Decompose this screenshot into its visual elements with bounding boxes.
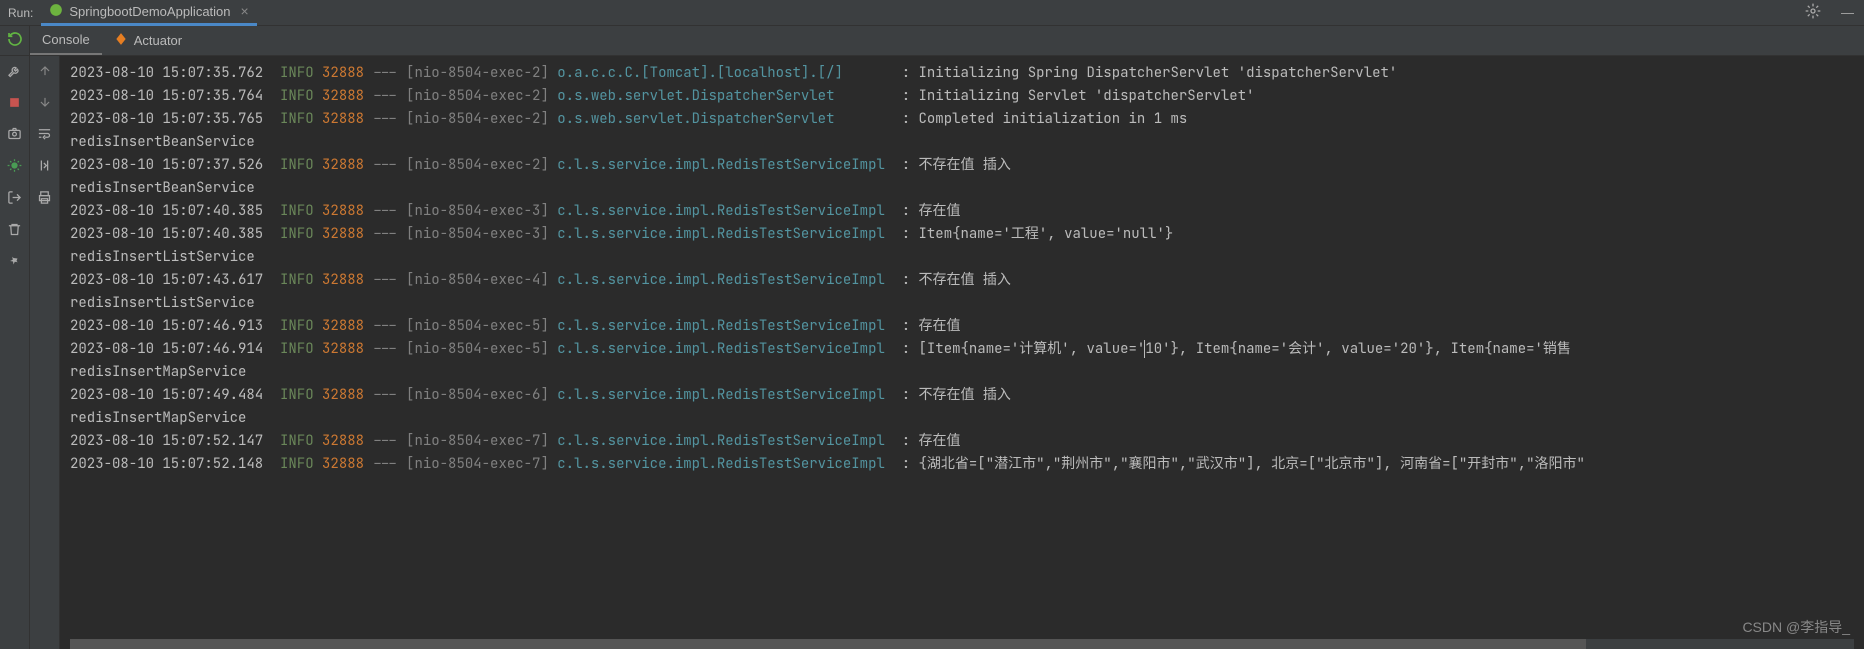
soft-wrap-icon[interactable] [37, 126, 52, 144]
run-tab-label: SpringbootDemoApplication [69, 4, 230, 19]
exit-icon[interactable] [7, 190, 22, 208]
log-line: 2023-08-10 15:07:46.914 INFO 32888 --- [… [70, 338, 1854, 361]
gear-icon[interactable] [1795, 3, 1831, 22]
log-line: 2023-08-10 15:07:37.526 INFO 32888 --- [… [70, 154, 1854, 177]
log-line: 2023-08-10 15:07:52.148 INFO 32888 --- [… [70, 453, 1854, 476]
log-line: 2023-08-10 15:07:49.484 INFO 32888 --- [… [70, 384, 1854, 407]
log-line: redisInsertBeanService [70, 131, 1854, 154]
scrollbar-thumb[interactable] [70, 639, 1586, 649]
main-area: 2023-08-10 15:07:35.762 INFO 32888 --- [… [0, 56, 1864, 649]
log-line: redisInsertBeanService [70, 177, 1854, 200]
bug-icon[interactable] [7, 158, 22, 176]
watermark: CSDN @李指导_ [1742, 617, 1850, 637]
log-line: 2023-08-10 15:07:46.913 INFO 32888 --- [… [70, 315, 1854, 338]
tab-console[interactable]: Console [30, 26, 102, 55]
wrench-icon[interactable] [7, 64, 22, 82]
arrow-down-icon[interactable] [38, 95, 52, 112]
sub-bar: Console Actuator [0, 26, 1864, 56]
log-line: redisInsertMapService [70, 407, 1854, 430]
horizontal-scrollbar[interactable] [70, 639, 1854, 649]
log-line: 2023-08-10 15:07:52.147 INFO 32888 --- [… [70, 430, 1854, 453]
tab-actuator-label: Actuator [134, 33, 182, 48]
rerun-icon [7, 31, 23, 50]
log-line: 2023-08-10 15:07:35.764 INFO 32888 --- [… [70, 85, 1854, 108]
arrow-up-icon[interactable] [38, 64, 52, 81]
run-label: Run: [0, 6, 41, 20]
hide-icon[interactable]: — [1831, 5, 1864, 20]
log-line: 2023-08-10 15:07:35.765 INFO 32888 --- [… [70, 108, 1854, 131]
left-gutter [0, 56, 30, 649]
sub-tabs: Console Actuator [30, 26, 194, 55]
scroll-to-end-icon[interactable] [37, 158, 52, 176]
close-icon[interactable]: × [241, 3, 249, 19]
trash-icon[interactable] [7, 222, 22, 240]
top-bar: Run: SpringbootDemoApplication × — [0, 0, 1864, 26]
log-line: 2023-08-10 15:07:40.385 INFO 32888 --- [… [70, 200, 1854, 223]
console-output[interactable]: 2023-08-10 15:07:35.762 INFO 32888 --- [… [60, 56, 1864, 649]
stop-icon[interactable] [8, 96, 21, 112]
camera-icon[interactable] [7, 126, 22, 144]
log-line: 2023-08-10 15:07:35.762 INFO 32888 --- [… [70, 62, 1854, 85]
second-gutter [30, 56, 60, 649]
pin-icon[interactable] [8, 254, 22, 271]
actuator-icon [114, 32, 128, 49]
log-line: redisInsertListService [70, 292, 1854, 315]
log-line: redisInsertMapService [70, 361, 1854, 384]
tab-console-label: Console [42, 32, 90, 47]
spring-icon [49, 3, 63, 20]
run-config-tab[interactable]: SpringbootDemoApplication × [41, 0, 256, 26]
print-icon[interactable] [37, 190, 52, 208]
log-line: 2023-08-10 15:07:43.617 INFO 32888 --- [… [70, 269, 1854, 292]
tab-actuator[interactable]: Actuator [102, 26, 194, 55]
log-line: 2023-08-10 15:07:40.385 INFO 32888 --- [… [70, 223, 1854, 246]
log-line: redisInsertListService [70, 246, 1854, 269]
rerun-button[interactable] [0, 26, 30, 55]
